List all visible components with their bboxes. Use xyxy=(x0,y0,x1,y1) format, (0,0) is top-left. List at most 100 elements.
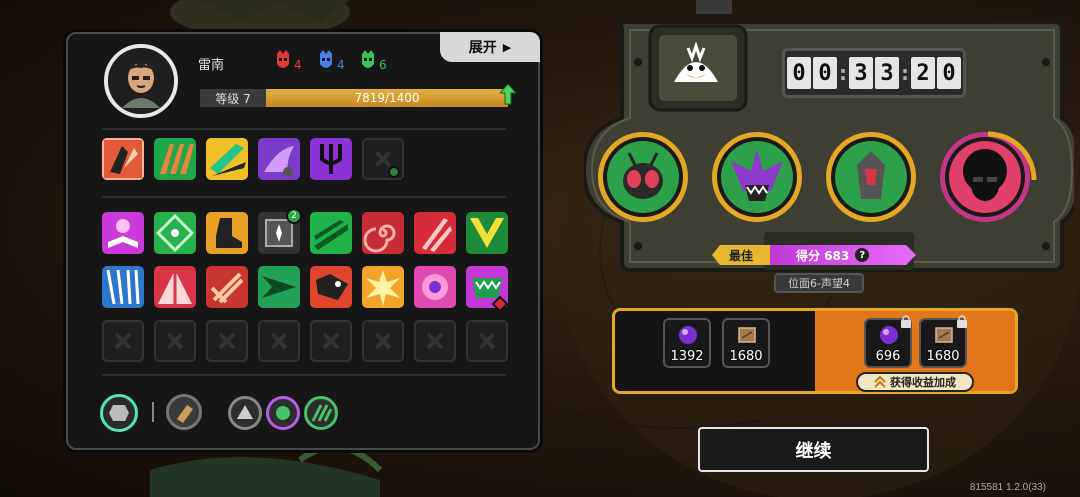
empty-slot[interactable] xyxy=(362,320,404,362)
arrow-strike-icon xyxy=(258,266,300,308)
red-claw-icon xyxy=(414,212,456,254)
duck-emblem-icon xyxy=(666,41,726,94)
level-label: 等级 7 xyxy=(200,89,266,107)
purple-orb-icon xyxy=(880,326,898,344)
demon-boss-icon xyxy=(731,149,783,201)
defeated-boss-demon[interactable] xyxy=(712,132,802,222)
empty-slot[interactable] xyxy=(102,320,144,362)
divider xyxy=(102,374,506,376)
timer-digit: 2 xyxy=(911,57,935,89)
red-claw-weapon-icon xyxy=(102,138,144,180)
timer-digit: 0 xyxy=(813,57,837,89)
empty-slot[interactable] xyxy=(206,320,248,362)
reward-value: 1680 xyxy=(926,349,960,364)
waterfall-icon xyxy=(102,266,144,308)
bug-boss-icon xyxy=(623,152,663,199)
lock-icon xyxy=(901,315,911,328)
xp-text: 7819/1400 xyxy=(354,91,420,105)
run-timer: 0 0 : 3 3 : 2 0 xyxy=(782,48,966,98)
bonus-label: 获得收益加成 xyxy=(890,376,956,389)
timer-digit: 0 xyxy=(787,57,811,89)
level-up-arrow-icon[interactable] xyxy=(500,84,516,106)
empty-slot[interactable] xyxy=(310,320,352,362)
mech-boss-icon xyxy=(857,151,885,199)
card-reward[interactable]: 1680 xyxy=(722,318,770,368)
relic-icon[interactable] xyxy=(166,394,202,430)
rune-purple-icon[interactable] xyxy=(266,396,300,430)
version-label: 815581 1.2.0(33) xyxy=(969,482,1046,493)
blue-mask-stat: 4 xyxy=(318,50,345,72)
passive-slot-spellbook[interactable] xyxy=(102,212,144,254)
green-mask-count: 6 xyxy=(379,58,387,72)
reward-value: 696 xyxy=(875,349,901,364)
rune-grey-icon[interactable] xyxy=(228,396,262,430)
passive-slot-explosion[interactable] xyxy=(362,266,404,308)
xp-bar: 7819/1400 xyxy=(266,89,508,107)
flower-icon xyxy=(414,266,456,308)
divider xyxy=(102,128,506,130)
active-skill-icon[interactable] xyxy=(100,394,138,432)
weapon-slot-purple-beast[interactable] xyxy=(258,138,300,180)
crossbow-icon xyxy=(206,266,248,308)
green-streak-icon xyxy=(310,212,352,254)
weapon-slot-claw[interactable] xyxy=(102,138,144,180)
card-icon xyxy=(738,327,756,343)
blue-mask-count: 4 xyxy=(337,58,345,72)
play-arrow-icon: ▶ xyxy=(502,40,512,54)
passive-slot-green-diamond[interactable] xyxy=(154,212,196,254)
defeated-boss-mech[interactable] xyxy=(826,132,916,222)
score-bar: 得分 683 ? xyxy=(770,245,916,265)
passive-slot-green-streak[interactable] xyxy=(310,212,352,254)
green-v-icon xyxy=(466,212,508,254)
green-diamond-icon xyxy=(154,212,196,254)
hero-avatar[interactable] xyxy=(104,44,178,118)
purple-orb-reward[interactable]: 1392 xyxy=(663,318,711,368)
passive-slot-arrow[interactable] xyxy=(258,266,300,308)
empty-slot[interactable] xyxy=(414,320,456,362)
trident-weapon-icon xyxy=(310,138,352,180)
slot-level-icon xyxy=(388,166,400,178)
rune-green-icon[interactable] xyxy=(304,396,338,430)
empty-slot[interactable] xyxy=(258,320,300,362)
continue-button[interactable]: 继续 xyxy=(698,427,929,472)
score-text: 得分 683 xyxy=(796,248,850,263)
empty-slot[interactable] xyxy=(154,320,196,362)
stage-label: 位面6-声望4 xyxy=(774,273,864,293)
card-icon xyxy=(935,327,953,343)
hero-name: 雷南 xyxy=(198,58,225,73)
blue-mask-icon xyxy=(320,50,332,68)
timer-digit: 0 xyxy=(937,57,961,89)
reward-value: 1392 xyxy=(670,349,704,364)
red-mask-icon xyxy=(277,50,289,68)
empty-slot[interactable] xyxy=(466,320,508,362)
red-mask-stat: 4 xyxy=(275,50,302,72)
passive-slot-green-v[interactable] xyxy=(466,212,508,254)
expand-button[interactable]: 展开 ▶ xyxy=(440,32,540,62)
purple-beast-weapon-icon xyxy=(258,138,300,180)
weapon-slot-slash[interactable] xyxy=(154,138,196,180)
passive-slot-red-claw[interactable] xyxy=(414,212,456,254)
passive-slot-red-rays[interactable] xyxy=(154,266,196,308)
passive-slot-boot[interactable] xyxy=(206,212,248,254)
passive-slot-flower[interactable] xyxy=(414,266,456,308)
passive-slot-spiral[interactable] xyxy=(362,212,404,254)
timer-digit: 3 xyxy=(875,57,899,89)
hero-build-panel: 雷南 4 4 6 展开 ▶ 等级 7 7819/1400 2 xyxy=(66,32,540,450)
weapon-slot-blade[interactable] xyxy=(206,138,248,180)
boss-progress-ring xyxy=(987,131,1037,181)
green-mask-icon xyxy=(362,50,374,68)
get-bonus-button[interactable]: 获得收益加成 xyxy=(856,372,974,392)
defeated-boss-bug[interactable] xyxy=(598,132,688,222)
passive-slot-fox[interactable] xyxy=(310,266,352,308)
help-icon[interactable]: ? xyxy=(855,248,870,262)
spellbook-icon xyxy=(102,212,144,254)
red-rays-icon xyxy=(154,266,196,308)
passive-slot-crossbow[interactable] xyxy=(206,266,248,308)
double-chevron-up-icon xyxy=(874,376,886,388)
weapon-slot-trident[interactable] xyxy=(310,138,352,180)
fox-icon xyxy=(310,266,352,308)
timer-digit: 3 xyxy=(849,57,873,89)
passive-slot-waterfall[interactable] xyxy=(102,266,144,308)
green-mask-stat: 6 xyxy=(360,50,387,72)
separator xyxy=(152,402,154,422)
